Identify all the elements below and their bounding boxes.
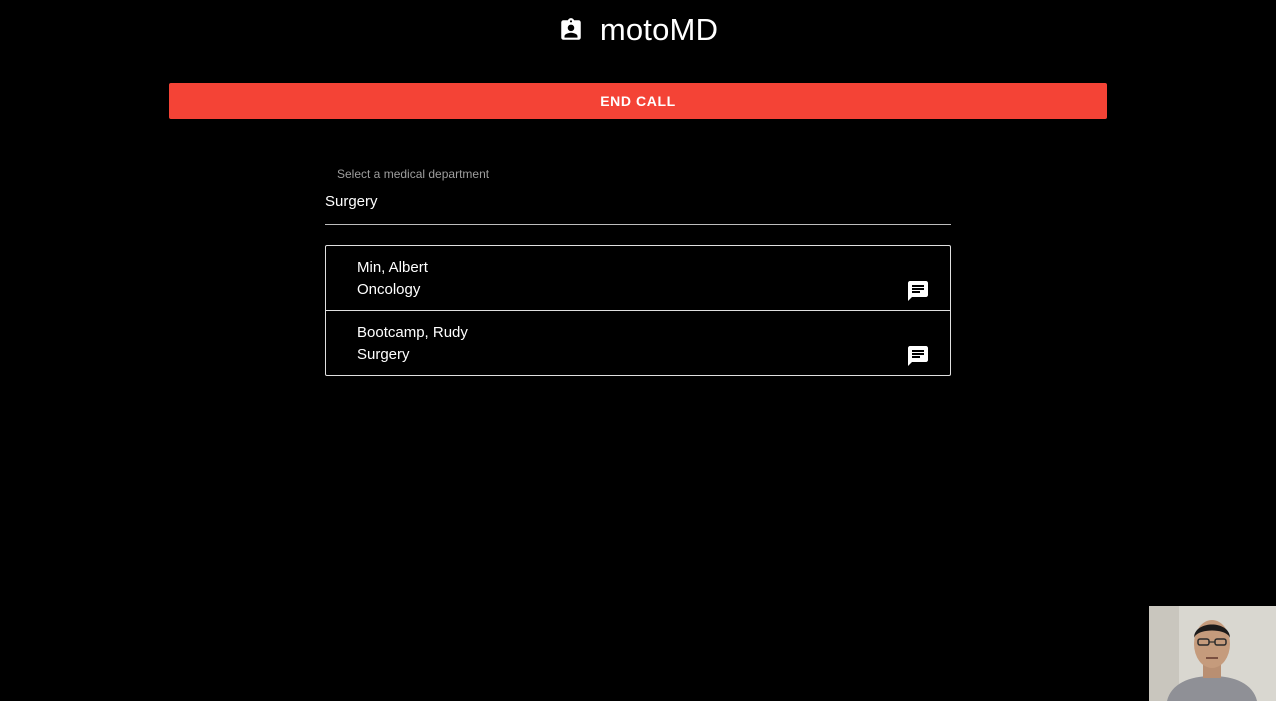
app-header: motoMD xyxy=(0,10,1276,50)
badge-icon xyxy=(558,16,584,44)
chat-icon[interactable] xyxy=(906,344,930,368)
department-select-value[interactable]: Surgery xyxy=(325,193,378,210)
doctor-list: Min, Albert Oncology Bootcamp, Rudy Surg… xyxy=(325,245,951,376)
self-video-icon xyxy=(1149,606,1276,701)
department-select[interactable]: Select a medical department Surgery xyxy=(325,160,951,226)
doctor-name: Bootcamp, Rudy xyxy=(357,324,468,341)
end-call-button[interactable]: END CALL xyxy=(169,83,1107,119)
doctor-name: Min, Albert xyxy=(357,259,428,276)
doctor-department: Oncology xyxy=(357,281,421,298)
list-item[interactable]: Bootcamp, Rudy Surgery xyxy=(326,311,950,375)
chat-icon[interactable] xyxy=(906,279,930,303)
self-video-preview xyxy=(1149,606,1276,701)
app-title: motoMD xyxy=(599,12,719,47)
department-select-label: Select a medical department xyxy=(337,167,490,181)
list-item[interactable]: Min, Albert Oncology xyxy=(326,246,950,311)
doctor-department: Surgery xyxy=(357,346,410,363)
app-page: motoMD END CALL Select a medical departm… xyxy=(0,0,1276,701)
select-underline xyxy=(325,224,951,225)
